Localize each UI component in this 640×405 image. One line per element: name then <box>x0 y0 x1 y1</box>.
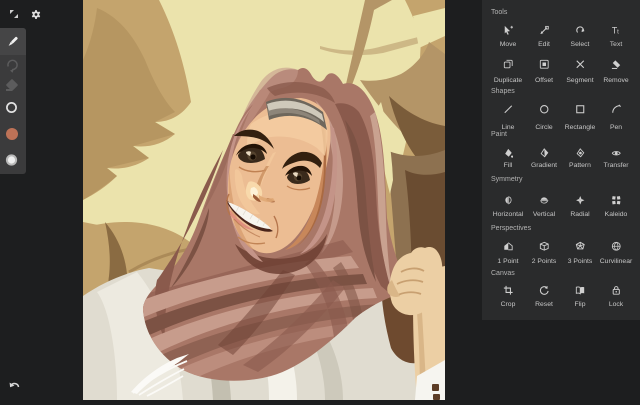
svg-text:t: t <box>617 28 619 35</box>
